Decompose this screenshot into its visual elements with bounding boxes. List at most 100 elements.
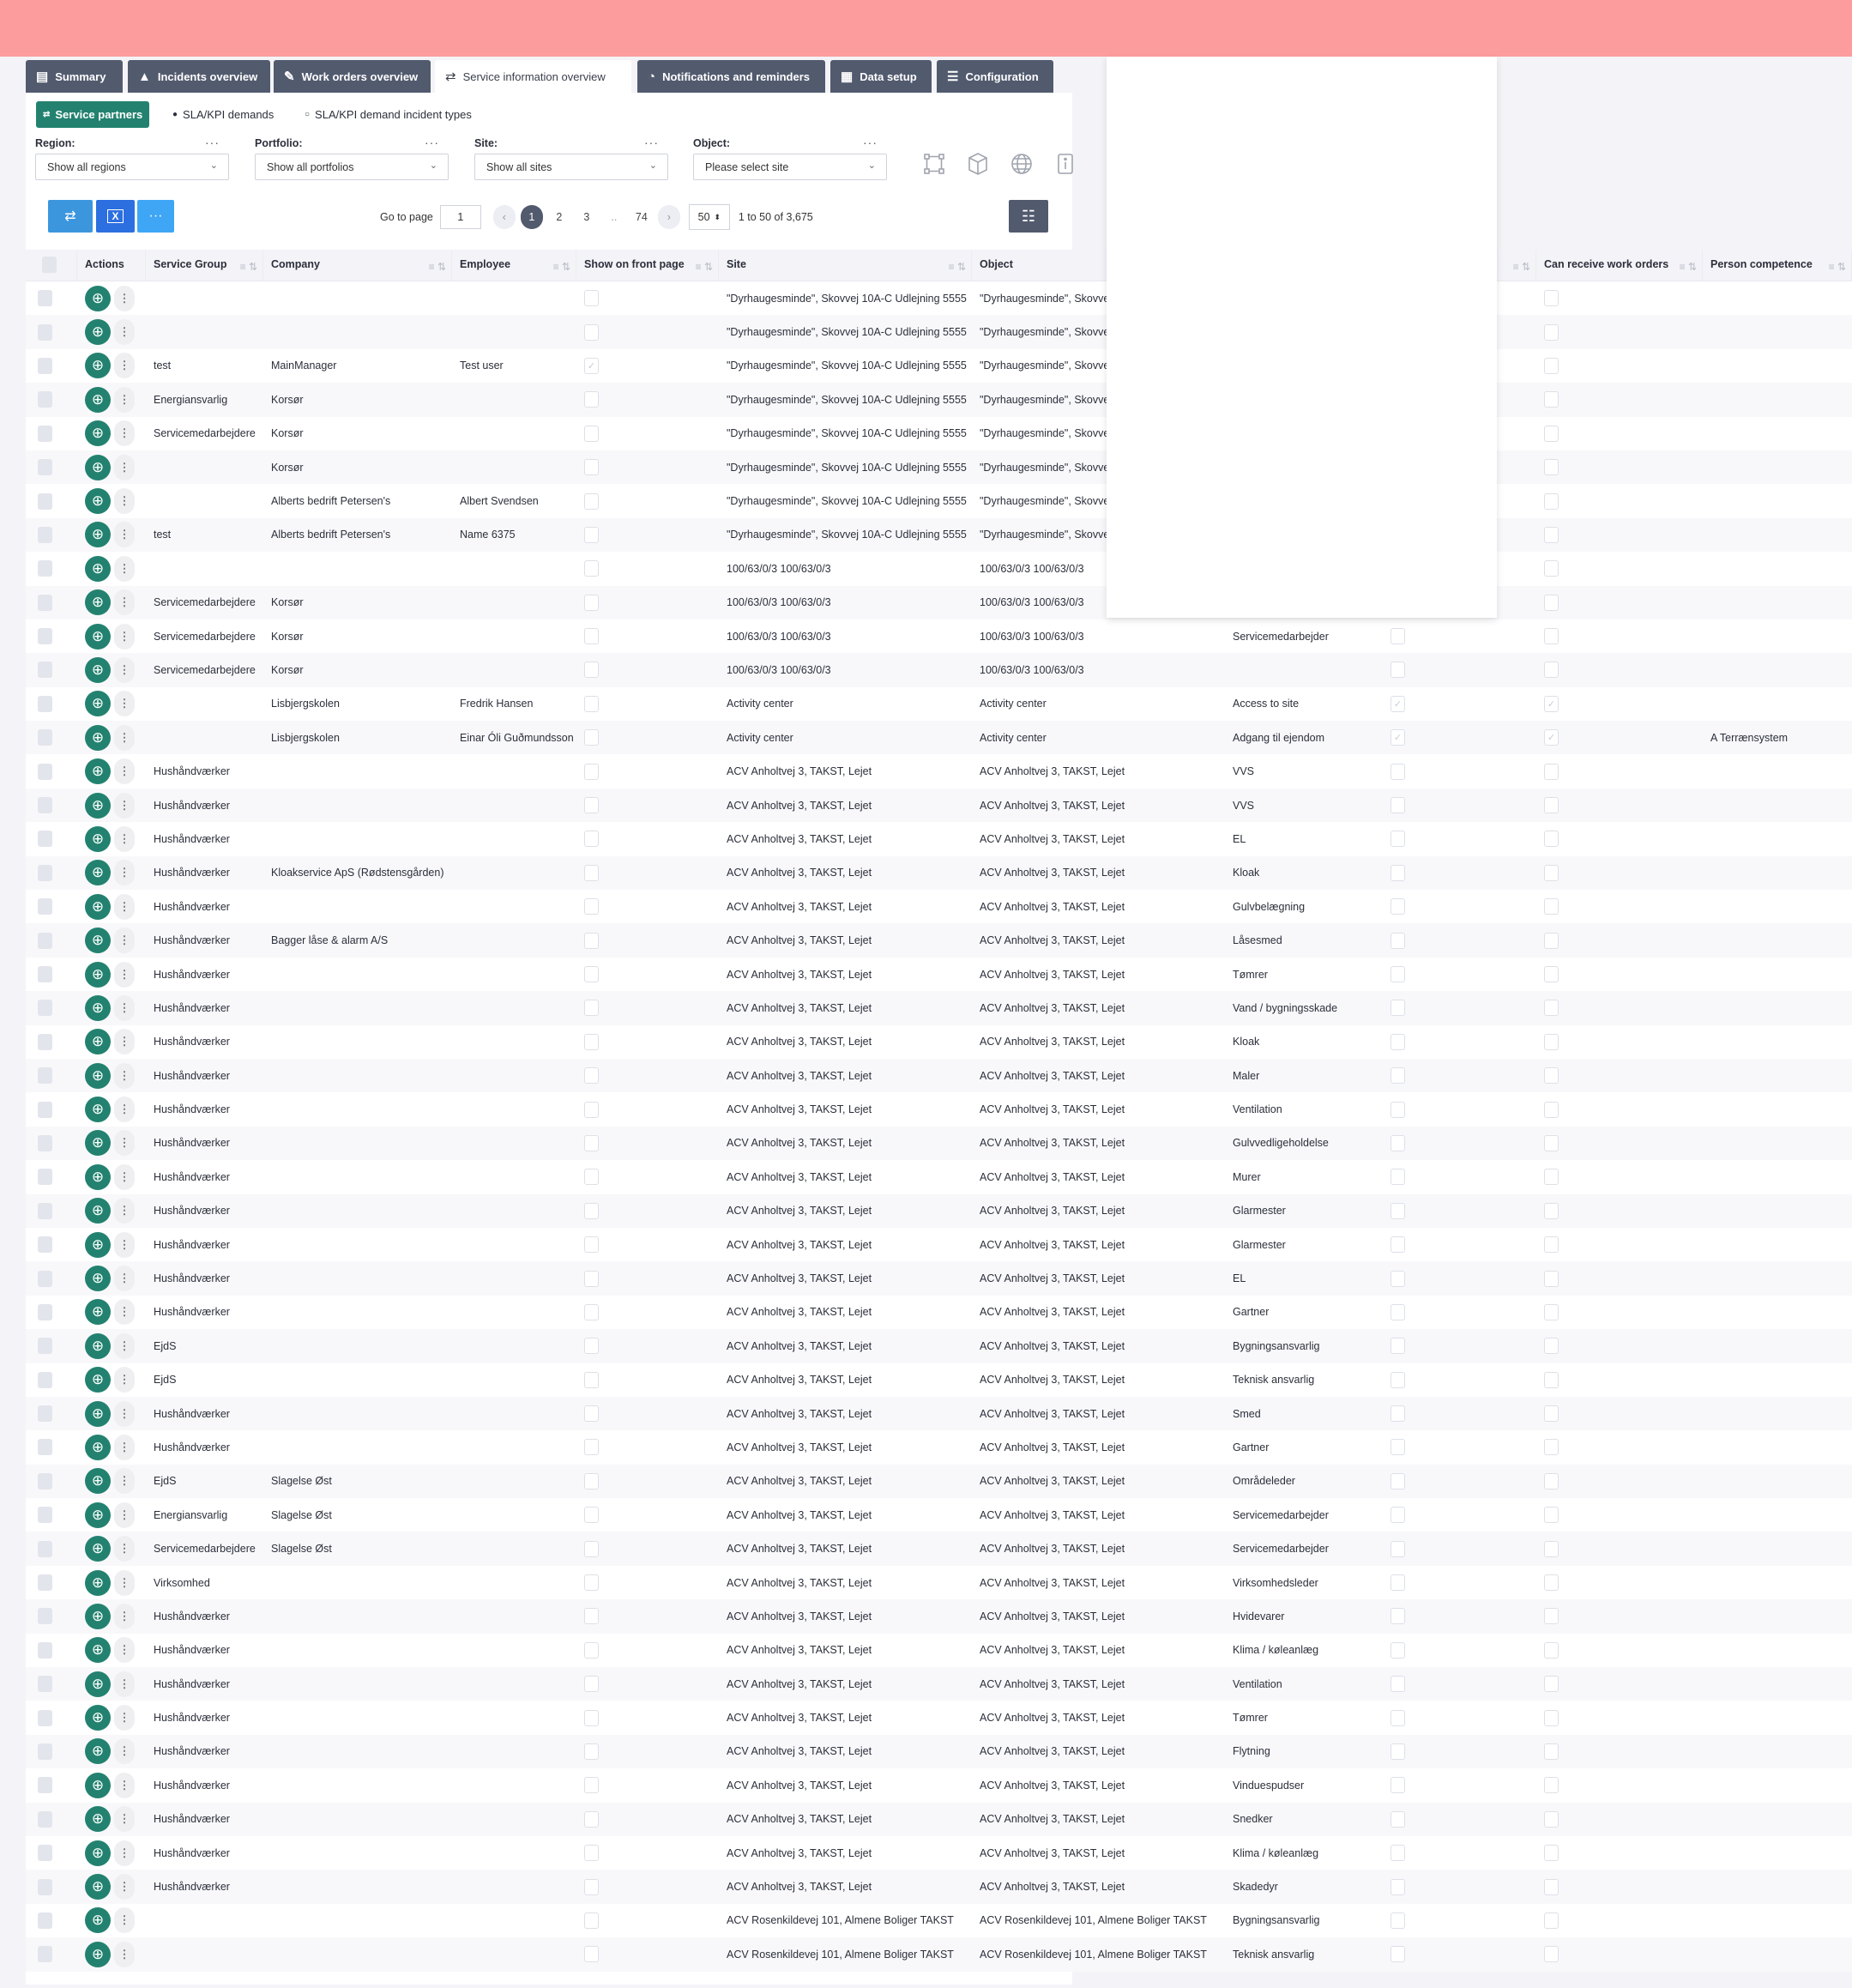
row-menu-button[interactable]: ⋮ — [114, 724, 135, 751]
row-select-checkbox[interactable] — [38, 1371, 52, 1388]
row-menu-button[interactable]: ⋮ — [114, 1502, 135, 1528]
row-menu-button[interactable]: ⋮ — [114, 1772, 135, 1798]
can-receive-work-orders-checkbox[interactable] — [1544, 898, 1559, 915]
view-details-button[interactable]: ⊕ — [85, 1603, 111, 1629]
show-on-front-page-checkbox[interactable]: ✓ — [584, 357, 599, 374]
globe-icon[interactable] — [1009, 151, 1035, 177]
row-select-checkbox[interactable] — [38, 290, 52, 307]
column-header-company[interactable]: Company ≡ ⇅ — [263, 250, 452, 281]
show-on-front-page-checkbox[interactable] — [584, 492, 599, 510]
can-receive-work-orders-checkbox[interactable] — [1544, 763, 1559, 780]
row-menu-button[interactable]: ⋮ — [114, 623, 135, 650]
can-receive-work-orders-checkbox[interactable] — [1544, 831, 1559, 848]
can-receive-work-orders-checkbox[interactable] — [1544, 1641, 1559, 1659]
show-on-front-page-checkbox[interactable] — [584, 594, 599, 611]
row-select-checkbox[interactable] — [38, 1169, 52, 1186]
row-menu-button[interactable]: ⋮ — [114, 1840, 135, 1866]
row-menu-button[interactable]: ⋮ — [114, 1874, 135, 1900]
view-details-button[interactable]: ⊕ — [85, 353, 111, 379]
competence-flag-checkbox[interactable]: ✓ — [1391, 729, 1405, 746]
can-receive-work-orders-checkbox[interactable] — [1544, 1134, 1559, 1151]
can-receive-work-orders-checkbox[interactable] — [1544, 1033, 1559, 1050]
show-on-front-page-checkbox[interactable] — [584, 1709, 599, 1726]
row-select-checkbox[interactable] — [38, 831, 52, 848]
can-receive-work-orders-checkbox[interactable] — [1544, 1845, 1559, 1862]
row-select-checkbox[interactable] — [38, 492, 52, 510]
row-select-checkbox[interactable] — [38, 1946, 52, 1963]
show-on-front-page-checkbox[interactable] — [584, 1236, 599, 1254]
row-menu-button[interactable]: ⋮ — [114, 1367, 135, 1393]
competence-flag-checkbox[interactable] — [1391, 1641, 1405, 1659]
can-receive-work-orders-checkbox[interactable] — [1544, 1101, 1559, 1118]
competence-flag-checkbox[interactable] — [1391, 831, 1405, 848]
sort-filter-icon[interactable]: ≡ ⇅ — [553, 261, 570, 273]
view-details-button[interactable]: ⊕ — [85, 1468, 111, 1495]
show-on-front-page-checkbox[interactable] — [584, 898, 599, 915]
row-menu-button[interactable]: ⋮ — [114, 1400, 135, 1427]
row-menu-button[interactable]: ⋮ — [114, 589, 135, 616]
show-on-front-page-checkbox[interactable] — [584, 425, 599, 442]
can-receive-work-orders-checkbox[interactable] — [1544, 966, 1559, 982]
can-receive-work-orders-checkbox[interactable] — [1544, 1405, 1559, 1423]
page-size-select[interactable]: 50 ⬍ — [688, 204, 730, 230]
row-select-checkbox[interactable] — [38, 594, 52, 611]
view-details-button[interactable]: ⊕ — [85, 656, 111, 683]
view-details-button[interactable]: ⊕ — [85, 1637, 111, 1664]
sort-filter-icon[interactable]: ≡ ⇅ — [1680, 261, 1697, 273]
row-select-checkbox[interactable] — [38, 1405, 52, 1423]
can-receive-work-orders-checkbox[interactable] — [1544, 1810, 1559, 1828]
can-receive-work-orders-checkbox[interactable] — [1544, 1777, 1559, 1794]
tab-summary[interactable]: ▤ Summary — [26, 60, 123, 93]
competence-flag-checkbox[interactable]: ✓ — [1391, 695, 1405, 712]
view-details-button[interactable]: ⊕ — [85, 1029, 111, 1055]
show-on-front-page-checkbox[interactable] — [584, 729, 599, 746]
can-receive-work-orders-checkbox[interactable] — [1544, 1169, 1559, 1186]
can-receive-work-orders-checkbox[interactable] — [1544, 1236, 1559, 1254]
select-all-checkbox[interactable] — [42, 257, 57, 273]
competence-flag-checkbox[interactable] — [1391, 1878, 1405, 1895]
row-menu-button[interactable]: ⋮ — [114, 961, 135, 988]
can-receive-work-orders-checkbox[interactable] — [1544, 932, 1559, 949]
row-select-checkbox[interactable] — [38, 864, 52, 881]
sort-filter-icon[interactable]: ≡ ⇅ — [949, 261, 966, 273]
row-menu-button[interactable]: ⋮ — [114, 522, 135, 548]
tab-work-orders-overview[interactable]: ✎ Work orders overview — [274, 60, 431, 93]
show-on-front-page-checkbox[interactable] — [584, 1507, 599, 1524]
view-details-button[interactable]: ⊕ — [85, 928, 111, 954]
view-details-button[interactable]: ⊕ — [85, 522, 111, 548]
row-select-checkbox[interactable] — [38, 1574, 52, 1592]
row-menu-button[interactable]: ⋮ — [114, 758, 135, 785]
view-details-button[interactable]: ⊕ — [85, 825, 111, 852]
row-select-checkbox[interactable] — [38, 1810, 52, 1828]
info-icon[interactable] — [1053, 151, 1078, 177]
row-select-checkbox[interactable] — [38, 391, 52, 408]
competence-flag-checkbox[interactable] — [1391, 1338, 1405, 1355]
site-options-icon[interactable]: ··· — [644, 136, 659, 149]
view-details-button[interactable]: ⊕ — [85, 1130, 111, 1157]
show-on-front-page-checkbox[interactable] — [584, 1338, 599, 1355]
view-details-button[interactable]: ⊕ — [85, 1536, 111, 1562]
sort-filter-icon[interactable]: ≡ ⇅ — [696, 261, 713, 273]
can-receive-work-orders-checkbox[interactable] — [1544, 459, 1559, 476]
row-menu-button[interactable]: ⋮ — [114, 691, 135, 717]
row-menu-button[interactable]: ⋮ — [114, 1097, 135, 1123]
row-select-checkbox[interactable] — [38, 1000, 52, 1017]
region-options-icon[interactable]: ··· — [205, 136, 220, 149]
view-details-button[interactable]: ⊕ — [85, 758, 111, 785]
show-on-front-page-checkbox[interactable] — [584, 1912, 599, 1929]
show-on-front-page-checkbox[interactable] — [584, 1101, 599, 1118]
row-menu-button[interactable]: ⋮ — [114, 353, 135, 379]
view-details-button[interactable]: ⊕ — [85, 1502, 111, 1528]
can-receive-work-orders-checkbox[interactable] — [1544, 1338, 1559, 1355]
view-details-button[interactable]: ⊕ — [85, 1400, 111, 1427]
competence-flag-checkbox[interactable] — [1391, 1912, 1405, 1929]
can-receive-work-orders-checkbox[interactable] — [1544, 628, 1559, 645]
can-receive-work-orders-checkbox[interactable] — [1544, 1540, 1559, 1557]
view-details-button[interactable]: ⊕ — [85, 1772, 111, 1798]
page-2[interactable]: 2 — [548, 205, 570, 229]
tab-notifications-and-reminders[interactable]: ◔ Notifications and reminders — [637, 60, 825, 93]
tab-data-setup[interactable]: ▦ Data setup — [830, 60, 932, 93]
can-receive-work-orders-checkbox[interactable] — [1544, 797, 1559, 814]
view-details-button[interactable]: ⊕ — [85, 724, 111, 751]
sort-filter-icon[interactable]: ≡ ⇅ — [240, 261, 257, 273]
